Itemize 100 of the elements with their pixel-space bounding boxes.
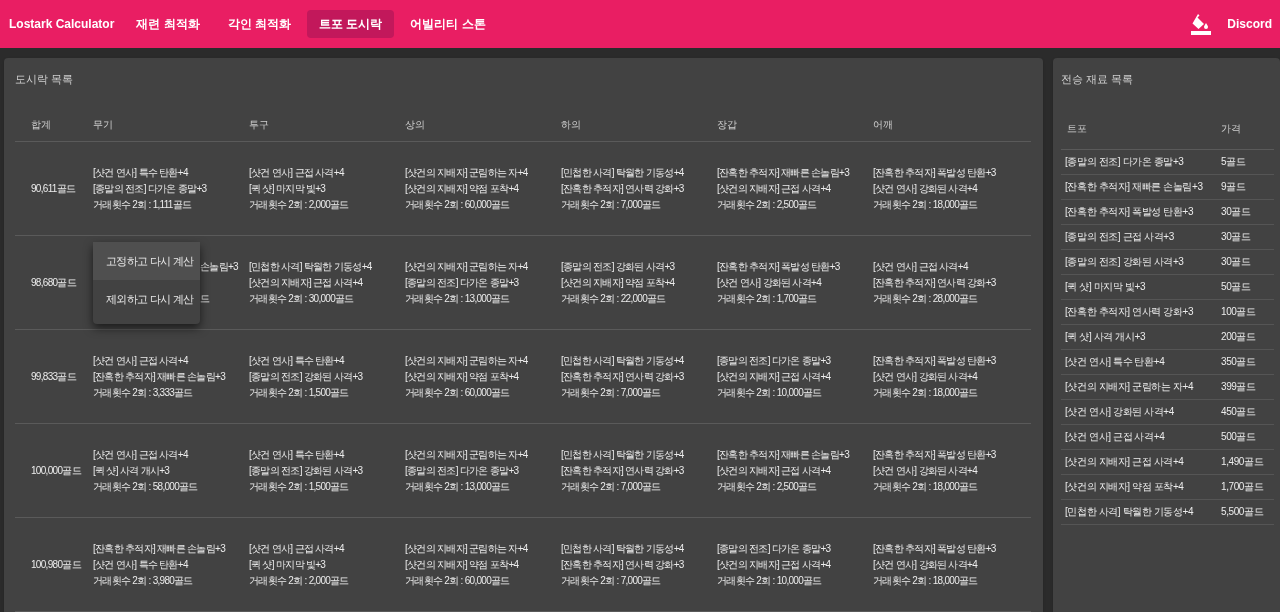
cell-text: [종말의 전조] 강화된 사격+3 bbox=[249, 369, 363, 384]
cell-text: [샷건의 지배자] 근접 사격+4 bbox=[717, 557, 831, 572]
column-header: 트포 bbox=[1067, 121, 1087, 136]
cell-text: 거래횟수 2회 : 2,000골드 bbox=[249, 197, 349, 212]
material-price: 500골드 bbox=[1221, 430, 1256, 444]
cell-text: [샷건 연사] 근접 사격+4 bbox=[249, 541, 344, 556]
cell-text: 거래횟수 2회 : 1,111골드 bbox=[93, 197, 192, 212]
nav-tab[interactable]: 어빌리티 스톤 bbox=[398, 10, 498, 38]
cell-text: [샷건 연사] 강화된 사격+4 bbox=[873, 181, 978, 196]
cell-text: [샷건의 지배자] 근접 사격+4 bbox=[717, 369, 831, 384]
menu-item[interactable]: 제외하고 다시 계산 bbox=[93, 280, 200, 318]
cell-text: 거래횟수 2회 : 58,000골드 bbox=[93, 479, 198, 494]
cell-text: [샷건의 지배자] 근접 사격+4 bbox=[249, 275, 363, 290]
cell-text: 거래횟수 2회 : 7,000골드 bbox=[561, 385, 661, 400]
cell-text: 거래횟수 2회 : 28,000골드 bbox=[873, 291, 978, 306]
cell-text: [잔혹한 추적자] 재빠른 손놀림+3 bbox=[717, 165, 849, 180]
material-price: 200골드 bbox=[1221, 330, 1256, 344]
cell-text: [종말의 전조] 다가온 종말+3 bbox=[717, 353, 831, 368]
cell-text: 거래횟수 2회 : 7,000골드 bbox=[561, 573, 661, 588]
cell-text: [샷건의 지배자] 군림하는 자+4 bbox=[405, 165, 528, 180]
cell-text: [잔혹한 추적자] 연사력 강화+3 bbox=[561, 557, 684, 572]
material-name: [민첩한 사격] 탁월한 기동성+4 bbox=[1065, 505, 1194, 519]
cell-text: [종말의 전조] 다가온 종말+3 bbox=[405, 275, 519, 290]
cell-text: [샷건 연사] 특수 탄환+4 bbox=[93, 165, 188, 180]
cell-text: [잔혹한 추적자] 폭발성 탄환+3 bbox=[873, 165, 996, 180]
material-name: [퀵 샷] 마지막 빛+3 bbox=[1065, 280, 1146, 294]
column-header: 투구 bbox=[249, 117, 269, 132]
material-name: [샷건 연사] 근접 사격+4 bbox=[1065, 430, 1165, 444]
cell-text: [샷건 연사] 근접 사격+4 bbox=[249, 165, 344, 180]
cell-text: [민첩한 사격] 탁월한 기동성+4 bbox=[561, 447, 684, 462]
cell-text: [샷건의 지배자] 군림하는 자+4 bbox=[405, 447, 528, 462]
cell-text: [잔혹한 추적자] 연사력 강화+3 bbox=[561, 181, 684, 196]
material-price: 30골드 bbox=[1221, 255, 1251, 269]
material-name: [샷건의 지배자] 군림하는 자+4 bbox=[1065, 380, 1194, 394]
cell-text: 거래횟수 2회 : 1,700골드 bbox=[717, 291, 817, 306]
cell-text: 거래횟수 2회 : 18,000골드 bbox=[873, 479, 978, 494]
material-name: [종말의 전조] 근접 사격+3 bbox=[1065, 230, 1174, 244]
cell-text: [샷건 연사] 강화된 사격+4 bbox=[717, 275, 822, 290]
material-name: [잔혹한 추적자] 재빠른 손놀림+3 bbox=[1065, 180, 1203, 194]
material-price: 100골드 bbox=[1221, 305, 1256, 319]
cell-text: 거래횟수 2회 : 22,000골드 bbox=[561, 291, 666, 306]
cell-text: [샷건 연사] 강화된 사격+4 bbox=[873, 369, 978, 384]
column-header: 상의 bbox=[405, 117, 425, 132]
cell-text: 거래횟수 2회 : 18,000골드 bbox=[873, 197, 978, 212]
cell-text: [잔혹한 추적자] 재빠른 손놀림+3 bbox=[93, 541, 225, 556]
cell-text: 거래횟수 2회 : 13,000골드 bbox=[405, 479, 510, 494]
cell-text: [샷건의 지배자] 군림하는 자+4 bbox=[405, 353, 528, 368]
cell-text: [잔혹한 추적자] 재빠른 손놀림+3 bbox=[717, 447, 849, 462]
total-cost: 100,000골드 bbox=[31, 464, 81, 478]
material-price: 50골드 bbox=[1221, 280, 1251, 294]
cell-text: [종말의 전조] 다가온 종말+3 bbox=[405, 463, 519, 478]
column-header: 무기 bbox=[93, 117, 113, 132]
cell-text: [샷건의 지배자] 근접 사격+4 bbox=[717, 463, 831, 478]
app-title: Lostark Calculator bbox=[9, 16, 115, 33]
cell-text: 거래횟수 2회 : 18,000골드 bbox=[873, 573, 978, 588]
cell-text: [민첩한 사격] 탁월한 기동성+4 bbox=[561, 353, 684, 368]
cell-text: [종말의 전조] 다가온 종말+3 bbox=[717, 541, 831, 556]
menu-item[interactable]: 고정하고 다시 계산 bbox=[93, 242, 200, 280]
cell-text: [샷건의 지배자] 군림하는 자+4 bbox=[405, 259, 528, 274]
cell-text: [잔혹한 추적자] 폭발성 탄환+3 bbox=[873, 447, 996, 462]
material-name: [샷건 연사] 강화된 사격+4 bbox=[1065, 405, 1174, 419]
cell-text: [샷건 연사] 특수 탄환+4 bbox=[93, 557, 188, 572]
cell-text: [샷건 연사] 강화된 사격+4 bbox=[873, 557, 978, 572]
nav-tab[interactable]: 각인 최적화 bbox=[215, 10, 304, 38]
material-name: [잔혹한 추적자] 연사력 강화+3 bbox=[1065, 305, 1194, 319]
cell-text: [종말의 전조] 강화된 사격+3 bbox=[249, 463, 363, 478]
cell-text: [잔혹한 추적자] 폭발성 탄환+3 bbox=[873, 541, 996, 556]
column-header: 가격 bbox=[1221, 121, 1241, 136]
material-price: 1,490골드 bbox=[1221, 455, 1264, 469]
total-cost: 100,980골드 bbox=[31, 558, 81, 572]
cell-text: [샷건의 지배자] 약점 포착+4 bbox=[561, 275, 675, 290]
cell-text: [퀵 샷] 마지막 빛+3 bbox=[249, 181, 326, 196]
paint-bucket-icon[interactable] bbox=[1191, 13, 1212, 35]
nav-tab[interactable]: 트포 도시락 bbox=[307, 10, 395, 38]
total-cost: 99,833골드 bbox=[31, 370, 76, 384]
cell-text: [민첩한 사격] 탁월한 기동성+4 bbox=[561, 541, 684, 556]
material-name: [종말의 전조] 다가온 종말+3 bbox=[1065, 155, 1184, 169]
material-price: 399골드 bbox=[1221, 380, 1256, 394]
material-name: [잔혹한 추적자] 폭발성 탄환+3 bbox=[1065, 205, 1194, 219]
cell-text: [샷건 연사] 근접 사격+4 bbox=[93, 353, 188, 368]
cell-text: [종말의 전조] 다가온 종말+3 bbox=[93, 181, 207, 196]
cell-text: 거래횟수 2회 : 1,500골드 bbox=[249, 385, 349, 400]
cell-text: 거래횟수 2회 : 3,333골드 bbox=[93, 385, 193, 400]
cell-text: [샷건의 지배자] 근접 사격+4 bbox=[717, 181, 831, 196]
cell-text: [잔혹한 추적자] 폭발성 탄환+3 bbox=[717, 259, 840, 274]
cell-text: 거래횟수 2회 : 60,000골드 bbox=[405, 197, 510, 212]
cell-text: [퀵 샷] 사격 개시+3 bbox=[93, 463, 170, 478]
material-price: 5골드 bbox=[1221, 155, 1246, 169]
discord-link[interactable]: Discord bbox=[1227, 15, 1272, 33]
cell-text: 거래횟수 2회 : 30,000골드 bbox=[249, 291, 354, 306]
material-name: [샷건 연사] 특수 탄환+4 bbox=[1065, 355, 1165, 369]
cell-text: [샷건 연사] 근접 사격+4 bbox=[873, 259, 968, 274]
material-price: 5,500골드 bbox=[1221, 505, 1264, 519]
nav-tab[interactable]: 재련 최적화 bbox=[124, 10, 212, 38]
cell-text: [샷건 연사] 특수 탄환+4 bbox=[249, 447, 344, 462]
cell-text: [샷건의 지배자] 약점 포착+4 bbox=[405, 557, 519, 572]
cell-text: [퀵 샷] 마지막 빛+3 bbox=[249, 557, 326, 572]
cell-text: 거래횟수 2회 : 10,000골드 bbox=[717, 573, 822, 588]
material-price: 30골드 bbox=[1221, 205, 1251, 219]
cell-text: 손놀림+3 bbox=[200, 259, 238, 274]
